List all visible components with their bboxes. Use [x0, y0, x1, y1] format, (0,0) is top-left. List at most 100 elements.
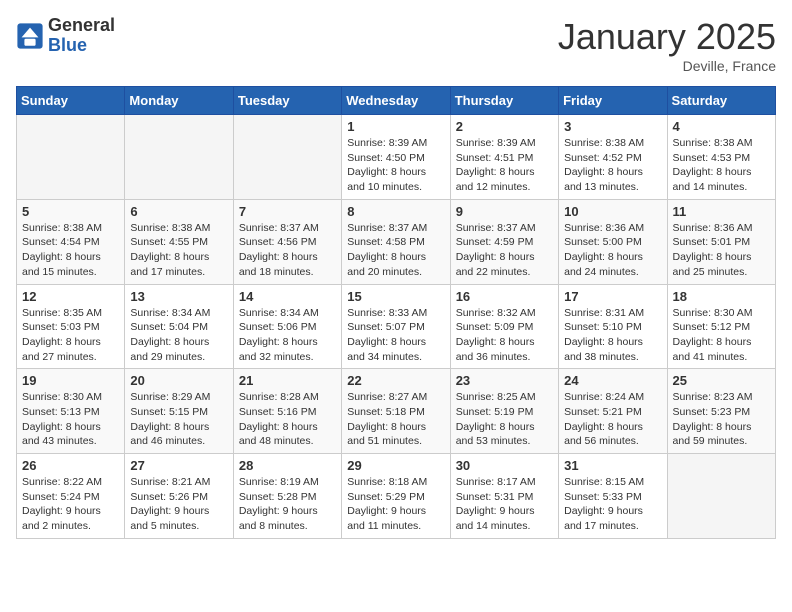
- calendar-day-cell: 19 Sunrise: 8:30 AM Sunset: 5:13 PM Dayli…: [17, 369, 125, 454]
- day-info: Sunrise: 8:19 AM Sunset: 5:28 PM Dayligh…: [239, 475, 336, 534]
- calendar-day-cell: 3 Sunrise: 8:38 AM Sunset: 4:52 PM Daylig…: [559, 115, 667, 200]
- day-number: 18: [673, 289, 770, 304]
- day-info: Sunrise: 8:38 AM Sunset: 4:52 PM Dayligh…: [564, 136, 661, 195]
- day-number: 3: [564, 119, 661, 134]
- calendar-day-cell: 4 Sunrise: 8:38 AM Sunset: 4:53 PM Daylig…: [667, 115, 775, 200]
- calendar-day-cell: 26Sunrise: 8:22 AM Sunset: 5:24 PM Dayli…: [17, 454, 125, 539]
- calendar-day-cell: 8Sunrise: 8:37 AM Sunset: 4:58 PM Daylig…: [342, 199, 450, 284]
- day-number: 6: [130, 204, 227, 219]
- day-number: 9: [456, 204, 553, 219]
- day-number: 21: [239, 373, 336, 388]
- day-info: Sunrise: 8:30 AM Sunset: 5:12 PM Dayligh…: [673, 306, 770, 365]
- calendar-day-cell: 21 Sunrise: 8:28 AM Sunset: 5:16 PM Dayli…: [233, 369, 341, 454]
- day-number: 17: [564, 289, 661, 304]
- calendar-week-row: 12Sunrise: 8:35 AM Sunset: 5:03 PM Dayli…: [17, 284, 776, 369]
- calendar-day-cell: 10Sunrise: 8:36 AM Sunset: 5:00 PM Dayli…: [559, 199, 667, 284]
- day-info: Sunrise: 8:39 AM Sunset: 4:50 PM Dayligh…: [347, 136, 444, 195]
- calendar-day-cell: 2 Sunrise: 8:39 AM Sunset: 4:51 PM Daylig…: [450, 115, 558, 200]
- day-info: Sunrise: 8:33 AM Sunset: 5:07 PM Dayligh…: [347, 306, 444, 365]
- calendar-week-row: 19 Sunrise: 8:30 AM Sunset: 5:13 PM Dayli…: [17, 369, 776, 454]
- month-title: January 2025: [558, 16, 776, 58]
- calendar-day-cell: 31Sunrise: 8:15 AM Sunset: 5:33 PM Dayli…: [559, 454, 667, 539]
- day-of-week-header: Sunday: [17, 87, 125, 115]
- day-info: Sunrise: 8:28 AM Sunset: 5:16 PM Dayligh…: [239, 390, 336, 449]
- logo-icon: [16, 22, 44, 50]
- day-number: 16: [456, 289, 553, 304]
- day-info: Sunrise: 8:36 AM Sunset: 5:01 PM Dayligh…: [673, 221, 770, 280]
- day-number: 14: [239, 289, 336, 304]
- day-number: 4: [673, 119, 770, 134]
- logo-blue-text: Blue: [48, 35, 87, 55]
- day-number: 20: [130, 373, 227, 388]
- logo: General Blue: [16, 16, 115, 56]
- calendar-day-cell: 14Sunrise: 8:34 AM Sunset: 5:06 PM Dayli…: [233, 284, 341, 369]
- logo-general-text: General: [48, 15, 115, 35]
- day-of-week-header: Thursday: [450, 87, 558, 115]
- day-number: 31: [564, 458, 661, 473]
- day-number: 24: [564, 373, 661, 388]
- day-number: 23: [456, 373, 553, 388]
- calendar-day-cell: 24Sunrise: 8:24 AM Sunset: 5:21 PM Dayli…: [559, 369, 667, 454]
- calendar-week-row: 1 Sunrise: 8:39 AM Sunset: 4:50 PM Daylig…: [17, 115, 776, 200]
- day-number: 19: [22, 373, 119, 388]
- calendar-day-cell: 25Sunrise: 8:23 AM Sunset: 5:23 PM Dayli…: [667, 369, 775, 454]
- day-info: Sunrise: 8:27 AM Sunset: 5:18 PM Dayligh…: [347, 390, 444, 449]
- calendar-day-cell: 22 Sunrise: 8:27 AM Sunset: 5:18 PM Dayli…: [342, 369, 450, 454]
- day-info: Sunrise: 8:17 AM Sunset: 5:31 PM Dayligh…: [456, 475, 553, 534]
- title-block: January 2025 Deville, France: [558, 16, 776, 74]
- day-info: Sunrise: 8:21 AM Sunset: 5:26 PM Dayligh…: [130, 475, 227, 534]
- day-info: Sunrise: 8:38 AM Sunset: 4:54 PM Dayligh…: [22, 221, 119, 280]
- calendar-day-cell: 16 Sunrise: 8:32 AM Sunset: 5:09 PM Dayli…: [450, 284, 558, 369]
- day-of-week-header: Friday: [559, 87, 667, 115]
- calendar-day-cell: 23 Sunrise: 8:25 AM Sunset: 5:19 PM Dayli…: [450, 369, 558, 454]
- day-number: 2: [456, 119, 553, 134]
- calendar-header-row: SundayMondayTuesdayWednesdayThursdayFrid…: [17, 87, 776, 115]
- day-number: 22: [347, 373, 444, 388]
- calendar-day-cell: 13 Sunrise: 8:34 AM Sunset: 5:04 PM Dayli…: [125, 284, 233, 369]
- calendar-day-cell: 20 Sunrise: 8:29 AM Sunset: 5:15 PM Dayli…: [125, 369, 233, 454]
- day-info: Sunrise: 8:35 AM Sunset: 5:03 PM Dayligh…: [22, 306, 119, 365]
- day-info: Sunrise: 8:37 AM Sunset: 4:59 PM Dayligh…: [456, 221, 553, 280]
- day-info: Sunrise: 8:18 AM Sunset: 5:29 PM Dayligh…: [347, 475, 444, 534]
- day-number: 1: [347, 119, 444, 134]
- day-info: Sunrise: 8:38 AM Sunset: 4:55 PM Dayligh…: [130, 221, 227, 280]
- day-info: Sunrise: 8:31 AM Sunset: 5:10 PM Dayligh…: [564, 306, 661, 365]
- calendar-day-cell: 11 Sunrise: 8:36 AM Sunset: 5:01 PM Dayli…: [667, 199, 775, 284]
- day-info: Sunrise: 8:39 AM Sunset: 4:51 PM Dayligh…: [456, 136, 553, 195]
- day-info: Sunrise: 8:37 AM Sunset: 4:56 PM Dayligh…: [239, 221, 336, 280]
- day-info: Sunrise: 8:36 AM Sunset: 5:00 PM Dayligh…: [564, 221, 661, 280]
- calendar-day-cell: 1 Sunrise: 8:39 AM Sunset: 4:50 PM Daylig…: [342, 115, 450, 200]
- day-number: 25: [673, 373, 770, 388]
- calendar-day-cell: 30 Sunrise: 8:17 AM Sunset: 5:31 PM Dayli…: [450, 454, 558, 539]
- day-number: 13: [130, 289, 227, 304]
- day-number: 28: [239, 458, 336, 473]
- day-info: Sunrise: 8:29 AM Sunset: 5:15 PM Dayligh…: [130, 390, 227, 449]
- day-of-week-header: Tuesday: [233, 87, 341, 115]
- day-info: Sunrise: 8:32 AM Sunset: 5:09 PM Dayligh…: [456, 306, 553, 365]
- day-of-week-header: Monday: [125, 87, 233, 115]
- calendar-day-cell: [233, 115, 341, 200]
- day-number: 30: [456, 458, 553, 473]
- day-info: Sunrise: 8:34 AM Sunset: 5:04 PM Dayligh…: [130, 306, 227, 365]
- calendar-week-row: 5 Sunrise: 8:38 AM Sunset: 4:54 PM Daylig…: [17, 199, 776, 284]
- day-number: 26: [22, 458, 119, 473]
- calendar-day-cell: [667, 454, 775, 539]
- calendar-day-cell: 15Sunrise: 8:33 AM Sunset: 5:07 PM Dayli…: [342, 284, 450, 369]
- calendar-day-cell: 6 Sunrise: 8:38 AM Sunset: 4:55 PM Daylig…: [125, 199, 233, 284]
- calendar-day-cell: 17 Sunrise: 8:31 AM Sunset: 5:10 PM Dayli…: [559, 284, 667, 369]
- calendar-day-cell: 29Sunrise: 8:18 AM Sunset: 5:29 PM Dayli…: [342, 454, 450, 539]
- day-number: 11: [673, 204, 770, 219]
- day-of-week-header: Saturday: [667, 87, 775, 115]
- calendar-day-cell: [125, 115, 233, 200]
- day-number: 5: [22, 204, 119, 219]
- day-info: Sunrise: 8:38 AM Sunset: 4:53 PM Dayligh…: [673, 136, 770, 195]
- day-number: 7: [239, 204, 336, 219]
- day-info: Sunrise: 8:25 AM Sunset: 5:19 PM Dayligh…: [456, 390, 553, 449]
- day-number: 8: [347, 204, 444, 219]
- calendar-day-cell: 7 Sunrise: 8:37 AM Sunset: 4:56 PM Daylig…: [233, 199, 341, 284]
- calendar-table: SundayMondayTuesdayWednesdayThursdayFrid…: [16, 86, 776, 539]
- calendar-week-row: 26Sunrise: 8:22 AM Sunset: 5:24 PM Dayli…: [17, 454, 776, 539]
- calendar-day-cell: 12Sunrise: 8:35 AM Sunset: 5:03 PM Dayli…: [17, 284, 125, 369]
- day-info: Sunrise: 8:30 AM Sunset: 5:13 PM Dayligh…: [22, 390, 119, 449]
- location: Deville, France: [558, 58, 776, 74]
